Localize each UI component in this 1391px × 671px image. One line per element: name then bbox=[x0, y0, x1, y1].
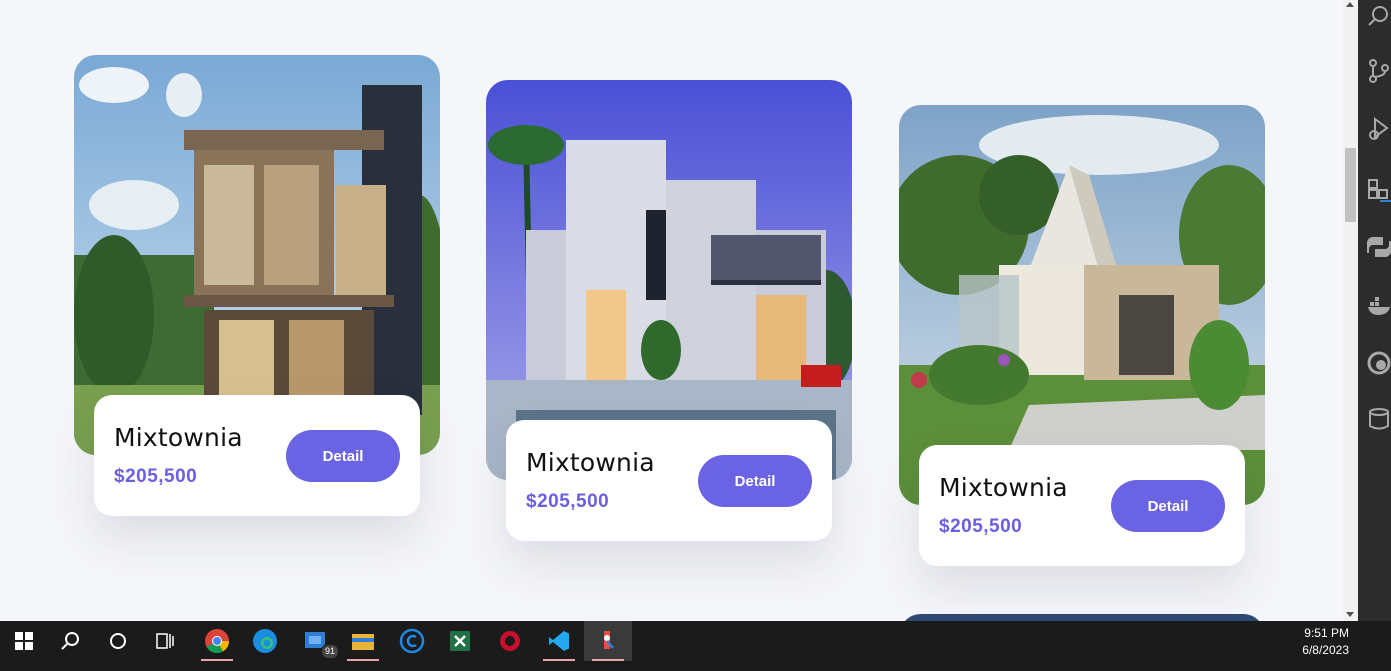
scroll-thumb[interactable] bbox=[1345, 148, 1356, 222]
edge-icon[interactable] bbox=[241, 621, 289, 661]
property-price: $205,500 bbox=[939, 516, 1023, 537]
python-icon[interactable] bbox=[1366, 234, 1391, 260]
property-price: $205,500 bbox=[114, 466, 198, 487]
windows-taskbar: 91 9:51 PM 6/8/2023 bbox=[0, 621, 1391, 671]
property-info-panel: Mixtownia $205,500 Detail bbox=[919, 445, 1245, 566]
extensions-icon[interactable] bbox=[1366, 176, 1391, 202]
vscode-activity-bar bbox=[1358, 0, 1391, 621]
chrome-icon[interactable] bbox=[193, 621, 241, 661]
database-icon[interactable] bbox=[1366, 406, 1391, 432]
property-price: $205,500 bbox=[526, 491, 610, 512]
search-icon[interactable] bbox=[1366, 4, 1391, 30]
property-info-panel: Mixtownia $205,500 Detail bbox=[506, 420, 832, 541]
mail-badge: 91 bbox=[320, 644, 339, 659]
scroll-up-icon[interactable] bbox=[1346, 2, 1354, 7]
source-control-icon[interactable] bbox=[1366, 58, 1391, 84]
vscode-icon[interactable] bbox=[535, 621, 583, 661]
browser-page: Mixtownia $205,500 Detail Mixtownia $205… bbox=[0, 0, 1343, 621]
clock-time: 9:51 PM bbox=[1304, 626, 1349, 640]
mail-icon[interactable]: 91 bbox=[289, 621, 341, 661]
cortana-icon[interactable] bbox=[94, 621, 142, 661]
task-view-icon[interactable] bbox=[142, 621, 190, 661]
running-indicator bbox=[347, 659, 379, 661]
property-name: Mixtownia bbox=[114, 423, 243, 452]
search-icon[interactable] bbox=[46, 621, 94, 661]
ccleaner-icon[interactable] bbox=[388, 621, 436, 661]
app-icon[interactable] bbox=[486, 621, 534, 661]
detail-button[interactable]: Detail bbox=[698, 455, 812, 507]
property-info-panel: Mixtownia $205,500 Detail bbox=[94, 395, 420, 516]
git-icon[interactable] bbox=[584, 621, 632, 661]
excel-icon[interactable] bbox=[436, 621, 484, 661]
running-indicator bbox=[592, 659, 624, 661]
system-clock[interactable]: 9:51 PM 6/8/2023 bbox=[1302, 625, 1349, 659]
property-card-partial bbox=[899, 614, 1265, 621]
run-debug-icon[interactable] bbox=[1366, 116, 1391, 142]
scroll-down-icon[interactable] bbox=[1346, 612, 1354, 617]
property-name: Mixtownia bbox=[526, 448, 655, 477]
running-indicator bbox=[543, 659, 575, 661]
docker-icon[interactable] bbox=[1366, 292, 1391, 318]
file-explorer-icon[interactable] bbox=[339, 621, 387, 661]
clock-date: 6/8/2023 bbox=[1302, 643, 1349, 657]
detail-button[interactable]: Detail bbox=[1111, 480, 1225, 532]
page-scrollbar[interactable] bbox=[1343, 0, 1358, 621]
property-name: Mixtownia bbox=[939, 473, 1068, 502]
detail-button[interactable]: Detail bbox=[286, 430, 400, 482]
running-indicator bbox=[201, 659, 233, 661]
edge-devtools-icon[interactable] bbox=[1366, 350, 1391, 376]
windows-start-icon[interactable] bbox=[0, 621, 48, 661]
